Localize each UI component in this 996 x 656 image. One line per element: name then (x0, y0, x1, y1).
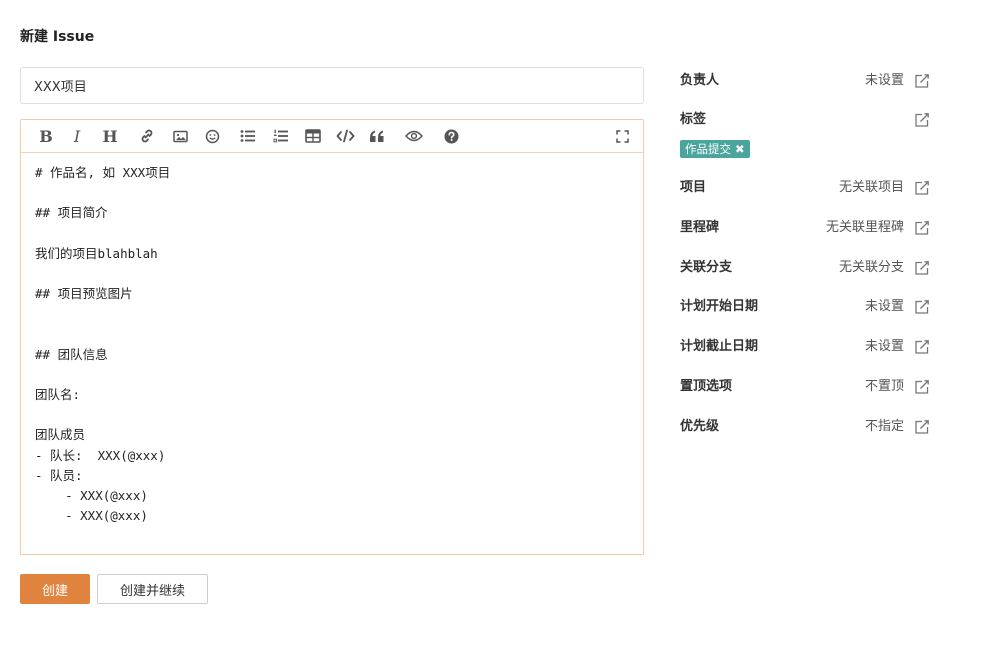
heading-icon: H (102, 126, 118, 146)
editor-line: ## 项目预览图片 (35, 286, 133, 302)
start-date-value: 未设置 (864, 299, 904, 314)
create-and-continue-button[interactable]: 创建并继续 (97, 574, 208, 604)
assignee-label: 负责人 (680, 73, 720, 88)
edit-icon[interactable] (914, 73, 930, 89)
label-tag: 作品提交 ✖ (680, 140, 750, 158)
labels-label: 标签 (680, 112, 707, 127)
bold-icon: B (39, 126, 53, 146)
quote-button[interactable] (366, 126, 388, 146)
pin-label: 置顶选项 (680, 379, 733, 394)
emoji-button[interactable] (201, 126, 223, 146)
label-tag-text: 作品提交 (685, 142, 731, 156)
project-label: 项目 (680, 180, 707, 195)
sidebar-branch: 关联分支 无关联分支 (680, 257, 932, 279)
create-button[interactable]: 创建 (20, 574, 90, 604)
editor-line: 团队名: (35, 387, 81, 403)
editor-content[interactable]: # 作品名, 如 XXX项目 ## 项目简介 我们的项目blahblah ## … (35, 163, 629, 544)
edit-icon[interactable] (914, 112, 930, 128)
remove-tag-icon[interactable]: ✖ (735, 142, 745, 156)
edit-icon[interactable] (914, 419, 930, 435)
editor-line: 我们的项目blahblah (35, 245, 158, 261)
italic-button[interactable]: I (66, 126, 88, 146)
milestone-label: 里程碑 (680, 220, 720, 235)
assignee-value: 未设置 (864, 73, 904, 88)
editor-line: 团队成员 (35, 427, 86, 443)
edit-icon[interactable] (914, 299, 930, 315)
sidebar-labels: 标签 (680, 109, 932, 131)
sidebar-priority: 优先级 不指定 (680, 416, 932, 438)
help-icon (444, 129, 458, 143)
start-date-label: 计划开始日期 (680, 299, 759, 314)
fullscreen-button[interactable] (611, 126, 633, 146)
table-button[interactable] (302, 126, 324, 146)
image-button[interactable] (169, 126, 191, 146)
sidebar-milestone: 里程碑 无关联里程碑 (680, 217, 932, 239)
editor-line: ## 项目简介 (35, 205, 108, 221)
sidebar-start-date: 计划开始日期 未设置 (680, 296, 932, 318)
link-icon (141, 129, 153, 143)
fullscreen-icon (615, 129, 629, 143)
unordered-list-icon (240, 130, 255, 142)
bold-button[interactable]: B (35, 126, 57, 146)
preview-icon (405, 130, 423, 142)
editor-line: - 队员: (35, 467, 83, 483)
edit-icon[interactable] (914, 180, 930, 196)
editor-line: - XXX(@xxx) (35, 508, 148, 524)
editor-toolbar: B I H (21, 120, 643, 153)
due-date-label: 计划截止日期 (680, 339, 759, 354)
due-date-value: 未设置 (864, 339, 904, 354)
edit-icon[interactable] (914, 379, 930, 395)
quote-icon (370, 130, 384, 142)
image-icon (172, 130, 188, 142)
help-button[interactable] (440, 126, 462, 146)
code-icon (336, 129, 354, 143)
markdown-editor: B I H # 作品名, 如 XXX项目 ## 项目简介 我们的项目blahbl… (20, 119, 644, 555)
preview-button[interactable] (403, 126, 425, 146)
priority-label: 优先级 (680, 419, 720, 434)
emoji-icon (205, 129, 219, 143)
heading-button[interactable]: H (99, 126, 121, 146)
ordered-list-icon (273, 129, 288, 143)
edit-icon[interactable] (914, 339, 930, 355)
branch-value: 无关联分支 (838, 260, 904, 275)
editor-line: ## 团队信息 (35, 346, 108, 362)
italic-icon: I (73, 126, 81, 146)
sidebar-assignee: 负责人 未设置 (680, 70, 932, 92)
priority-value: 不指定 (864, 419, 904, 434)
sidebar-pin: 置顶选项 不置顶 (680, 376, 932, 398)
ordered-list-button[interactable] (270, 126, 292, 146)
editor-line: # 作品名, 如 XXX项目 (35, 165, 171, 180)
editor-line: - XXX(@xxx) (35, 488, 148, 503)
sidebar-project: 项目 无关联项目 (680, 177, 932, 199)
editor-line: - 队长: XXX(@xxx) (35, 447, 166, 463)
unordered-list-button[interactable] (237, 126, 259, 146)
pin-value: 不置顶 (864, 379, 904, 394)
project-value: 无关联项目 (838, 180, 904, 195)
page-title: 新建 Issue (20, 29, 95, 45)
edit-icon[interactable] (914, 220, 930, 236)
milestone-value: 无关联里程碑 (825, 220, 904, 235)
table-icon (305, 129, 321, 143)
edit-icon[interactable] (914, 260, 930, 276)
issue-title-input[interactable] (20, 67, 644, 104)
link-button[interactable] (136, 126, 158, 146)
sidebar-due-date: 计划截止日期 未设置 (680, 336, 932, 358)
branch-label: 关联分支 (680, 260, 733, 275)
code-button[interactable] (334, 126, 356, 146)
